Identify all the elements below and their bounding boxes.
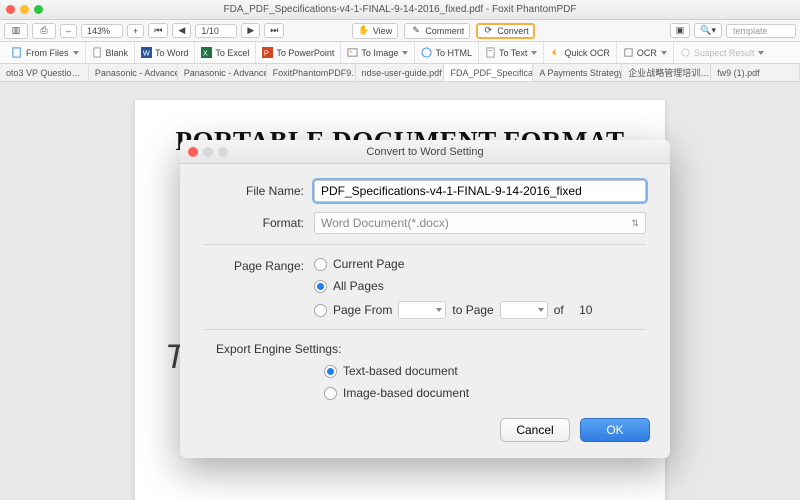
page-range-label: Page Range: bbox=[204, 257, 314, 273]
chevron-down-icon bbox=[538, 308, 544, 312]
file-name-input[interactable] bbox=[314, 180, 646, 202]
dialog-zoom-icon bbox=[218, 147, 228, 157]
radio-icon bbox=[314, 258, 327, 271]
cancel-button[interactable]: Cancel bbox=[500, 418, 570, 442]
dialog-titlebar: Convert to Word Setting bbox=[180, 140, 670, 164]
export-image-based-option[interactable]: Image-based document bbox=[324, 386, 646, 400]
file-name-label: File Name: bbox=[204, 184, 314, 198]
option-label: Image-based document bbox=[343, 386, 469, 400]
export-text-based-option[interactable]: Text-based document bbox=[324, 364, 646, 378]
total-pages: 10 bbox=[579, 303, 592, 317]
radio-icon bbox=[314, 304, 327, 317]
page-from-input[interactable] bbox=[398, 301, 446, 319]
format-value: Word Document(*.docx) bbox=[321, 216, 449, 230]
option-label: Current Page bbox=[333, 257, 404, 271]
format-select[interactable]: Word Document(*.docx) ⇅ bbox=[314, 212, 646, 234]
of-label: of bbox=[554, 303, 564, 317]
radio-icon bbox=[324, 387, 337, 400]
page-range-current-option[interactable]: Current Page bbox=[314, 257, 646, 271]
option-label: All Pages bbox=[333, 279, 384, 293]
dialog-minimize-icon bbox=[203, 147, 213, 157]
ok-button[interactable]: OK bbox=[580, 418, 650, 442]
radio-selected-icon bbox=[324, 365, 337, 378]
separator bbox=[204, 244, 646, 245]
option-label: Text-based document bbox=[343, 364, 458, 378]
format-label: Format: bbox=[204, 216, 314, 230]
radio-selected-icon bbox=[314, 280, 327, 293]
dialog-close-icon[interactable] bbox=[188, 147, 198, 157]
page-to-input[interactable] bbox=[500, 301, 548, 319]
page-range-all-option[interactable]: All Pages bbox=[314, 279, 646, 293]
page-range-custom-option[interactable]: Page From to Page of 10 bbox=[314, 301, 646, 319]
dialog-backdrop: Convert to Word Setting File Name: Forma… bbox=[0, 0, 800, 500]
chevron-updown-icon: ⇅ bbox=[631, 218, 639, 229]
export-engine-label: Export Engine Settings: bbox=[216, 342, 646, 356]
separator bbox=[204, 329, 646, 330]
option-label: Page From bbox=[333, 303, 392, 317]
dialog-title: Convert to Word Setting bbox=[180, 146, 670, 158]
chevron-down-icon bbox=[436, 308, 442, 312]
convert-to-word-dialog: Convert to Word Setting File Name: Forma… bbox=[180, 140, 670, 458]
to-page-label: to Page bbox=[452, 303, 493, 317]
